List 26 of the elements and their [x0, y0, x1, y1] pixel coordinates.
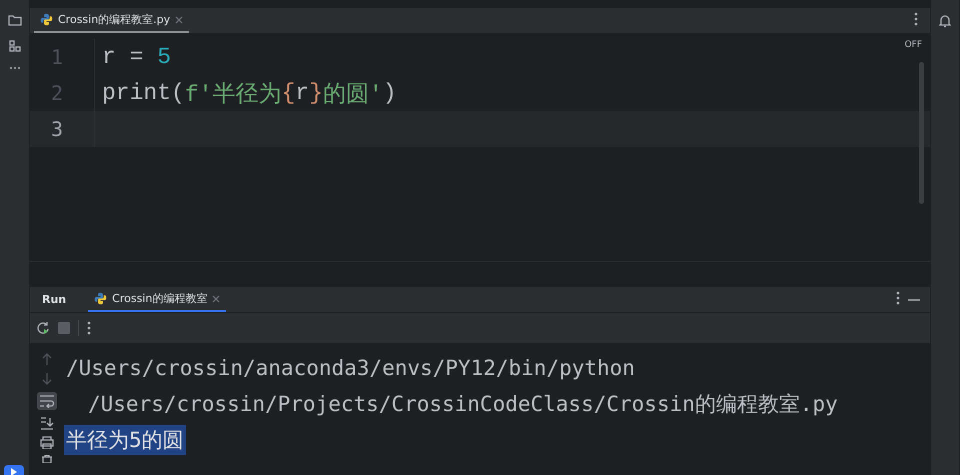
bell-icon[interactable]	[939, 14, 951, 28]
more-icon[interactable]	[896, 291, 900, 305]
more-icon[interactable]	[8, 66, 20, 70]
run-icon[interactable]	[4, 465, 24, 475]
python-icon	[40, 13, 53, 26]
panel-title: Run	[41, 293, 68, 306]
code-line: r = 5	[94, 39, 172, 75]
print-icon[interactable]	[40, 436, 54, 449]
tab-label[interactable]: Crossin的编程教室	[112, 291, 208, 306]
minimize-icon[interactable]	[908, 298, 920, 300]
trash-icon[interactable]	[41, 455, 53, 463]
console-line: /Users/crossin/anaconda3/envs/PY12/bin/python	[65, 355, 636, 381]
console-line: /Users/crossin/Projects/CrossinCodeClass/Crossin的编程教室.py	[87, 391, 839, 418]
structure-icon[interactable]	[8, 40, 20, 52]
more-icon[interactable]	[914, 12, 918, 26]
close-icon[interactable]	[212, 294, 220, 302]
scroll-to-end-icon[interactable]	[40, 416, 54, 430]
close-icon[interactable]	[175, 16, 184, 24]
rerun-icon[interactable]	[36, 321, 50, 335]
line-number: 3	[50, 117, 64, 141]
folder-icon[interactable]	[8, 14, 22, 26]
reader-mode-label[interactable]: OFF	[904, 40, 922, 50]
soft-wrap-icon[interactable]	[37, 392, 57, 410]
tab-label[interactable]: Crossin的编程教室.py	[58, 12, 170, 27]
python-icon	[94, 292, 108, 305]
more-icon[interactable]	[87, 321, 91, 335]
